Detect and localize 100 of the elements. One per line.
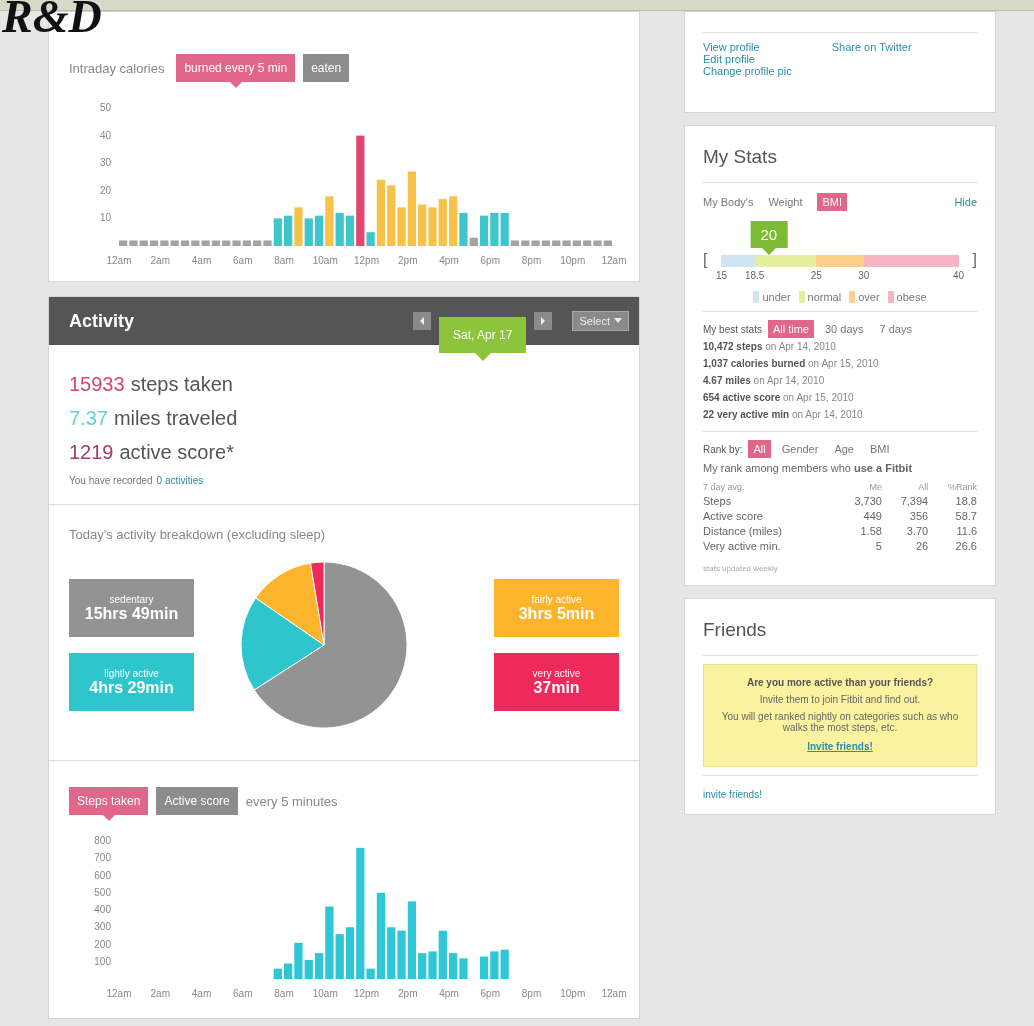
rank-label: Rank by: xyxy=(703,443,743,455)
axis-label: 4pm xyxy=(439,255,459,266)
prompt-text: You will get ranked nightly on categories such as who walks the most steps, etc. xyxy=(720,711,960,733)
stat-label: steps taken xyxy=(130,372,233,397)
body-label: My Body's xyxy=(703,196,754,208)
next-icon[interactable] xyxy=(534,312,553,330)
stat-label: miles traveled xyxy=(113,406,238,431)
profile-link[interactable]: View profile xyxy=(703,41,792,53)
scale-label: 30 xyxy=(858,270,870,281)
axis-label: 40 xyxy=(99,129,111,141)
best-stat: 1,037 calories burned on Apr 15, 2010 xyxy=(703,357,880,371)
legend-label: over xyxy=(858,291,880,303)
recorded-text: You have recorded xyxy=(69,475,153,486)
chart-bar xyxy=(500,949,509,979)
axis-label: 2pm xyxy=(398,255,418,266)
stat-tab[interactable]: BMI xyxy=(817,193,847,211)
rank-caption: My rank among members who use a Fitbit xyxy=(703,462,914,474)
profile-link[interactable]: Edit profile xyxy=(703,53,792,65)
table-cell: 26 xyxy=(881,539,929,554)
stat-label: active score* xyxy=(119,440,234,465)
prompt-text: Invite them to join Fitbit and find out. xyxy=(758,694,922,705)
axis-label: 10pm xyxy=(560,988,586,999)
tile-label: sedentary xyxy=(109,593,154,605)
axis-label: 800 xyxy=(94,835,111,846)
axis-label: 10pm xyxy=(560,255,586,266)
invite-link[interactable]: invite friends! xyxy=(703,789,762,800)
axis-label: 400 xyxy=(94,904,111,915)
chart-note: every 5 minutes xyxy=(245,793,338,809)
table-cell-text: 449 xyxy=(862,509,882,524)
axis-label: 6am xyxy=(233,988,253,999)
table-cell: 11.6 xyxy=(928,524,977,539)
chart-bar xyxy=(428,207,437,246)
rank-tab[interactable]: BMI xyxy=(865,440,895,458)
axis-label: 700 xyxy=(94,852,111,864)
card-title: My Stats xyxy=(703,145,778,169)
table-cell-text: 3,730 xyxy=(853,494,882,509)
chart-bar xyxy=(490,951,499,979)
axis-label: 30 xyxy=(99,157,111,169)
stat-value: 15933 xyxy=(69,372,125,397)
previous-icon[interactable] xyxy=(413,312,432,330)
rank-tab[interactable]: Gender xyxy=(776,440,824,458)
table-cell: 3.70 xyxy=(881,524,929,539)
axis-label: 100 xyxy=(94,955,111,967)
chart-bar xyxy=(294,207,303,246)
rank-tab[interactable]: Age xyxy=(829,440,859,458)
axis-label: 12am xyxy=(601,255,627,266)
axis-label: 50 xyxy=(99,102,111,113)
hide-link[interactable]: Hide xyxy=(954,196,977,208)
axis-label: 2pm xyxy=(398,988,418,999)
axis-label: 10am xyxy=(312,988,338,999)
axis-label: 12pm xyxy=(354,988,379,999)
period-tab[interactable]: 30 days xyxy=(819,320,869,338)
table-cell-text: 1.58 xyxy=(859,524,882,539)
table-cell-text: 5 xyxy=(874,539,882,554)
chart-bar xyxy=(284,215,293,246)
period-tab[interactable]: 7 days xyxy=(874,320,917,338)
column-header: %Rank xyxy=(928,478,977,494)
tile-label: fairly active xyxy=(531,593,582,605)
best-stat: 10,472 steps on Apr 14, 2010 xyxy=(703,340,837,354)
stat-value: 7.37 xyxy=(69,406,108,431)
share-link[interactable]: Share on Twitter xyxy=(831,41,912,53)
legend-label: normal xyxy=(807,291,842,303)
select-dropdown[interactable]: Select xyxy=(572,311,629,331)
axis-label: 8pm xyxy=(521,255,542,266)
axis-label: 4pm xyxy=(439,988,459,999)
chart-bar xyxy=(490,212,499,246)
axis-label: 6pm xyxy=(480,255,500,266)
invite-link[interactable]: Invite friends! xyxy=(807,741,873,752)
profile-link[interactable]: Change profile pic xyxy=(703,65,792,77)
scale-label: 40 xyxy=(953,270,965,281)
axis-label: 500 xyxy=(94,886,111,898)
tile-duration: 37min xyxy=(533,678,580,697)
column-header: 7 day avg. xyxy=(703,481,746,494)
best-stat: 4.67 miles on Apr 14, 2010 xyxy=(703,374,826,388)
tile-label: very active xyxy=(532,667,581,679)
chart-bar xyxy=(418,204,427,246)
stat-tab[interactable]: Weight xyxy=(763,193,808,211)
table-cell: 7,394 xyxy=(881,494,929,509)
tile-duration: 4hrs 29min xyxy=(89,678,174,697)
axis-label: 12am xyxy=(601,988,627,999)
activities-link[interactable]: 0 activities xyxy=(156,475,204,486)
axis-label: 8am xyxy=(274,988,294,999)
table-cell-text: Steps xyxy=(703,494,733,509)
period-tab[interactable]: All time xyxy=(767,320,814,338)
pointer-icon xyxy=(474,353,491,361)
axis-label: 2am xyxy=(150,255,170,266)
legend-label: obese xyxy=(896,291,927,303)
axis-label: 6am xyxy=(233,255,253,266)
axis-label: 2am xyxy=(150,988,170,999)
chart-bar xyxy=(273,968,282,979)
axis-label: 12am xyxy=(106,988,132,999)
column-header: All xyxy=(881,478,929,494)
scale-label: 15 xyxy=(715,270,727,281)
section-title: Activity xyxy=(69,310,135,332)
rank-tab[interactable]: All xyxy=(748,440,771,458)
best-stat: 22 very active min on Apr 14, 2010 xyxy=(703,408,864,422)
card-title: Friends xyxy=(703,618,768,642)
prompt-heading: Are you more active than your friends? xyxy=(745,677,935,688)
slide-title: R&D xyxy=(2,0,102,40)
footnote: stats updated weekly xyxy=(703,564,779,573)
